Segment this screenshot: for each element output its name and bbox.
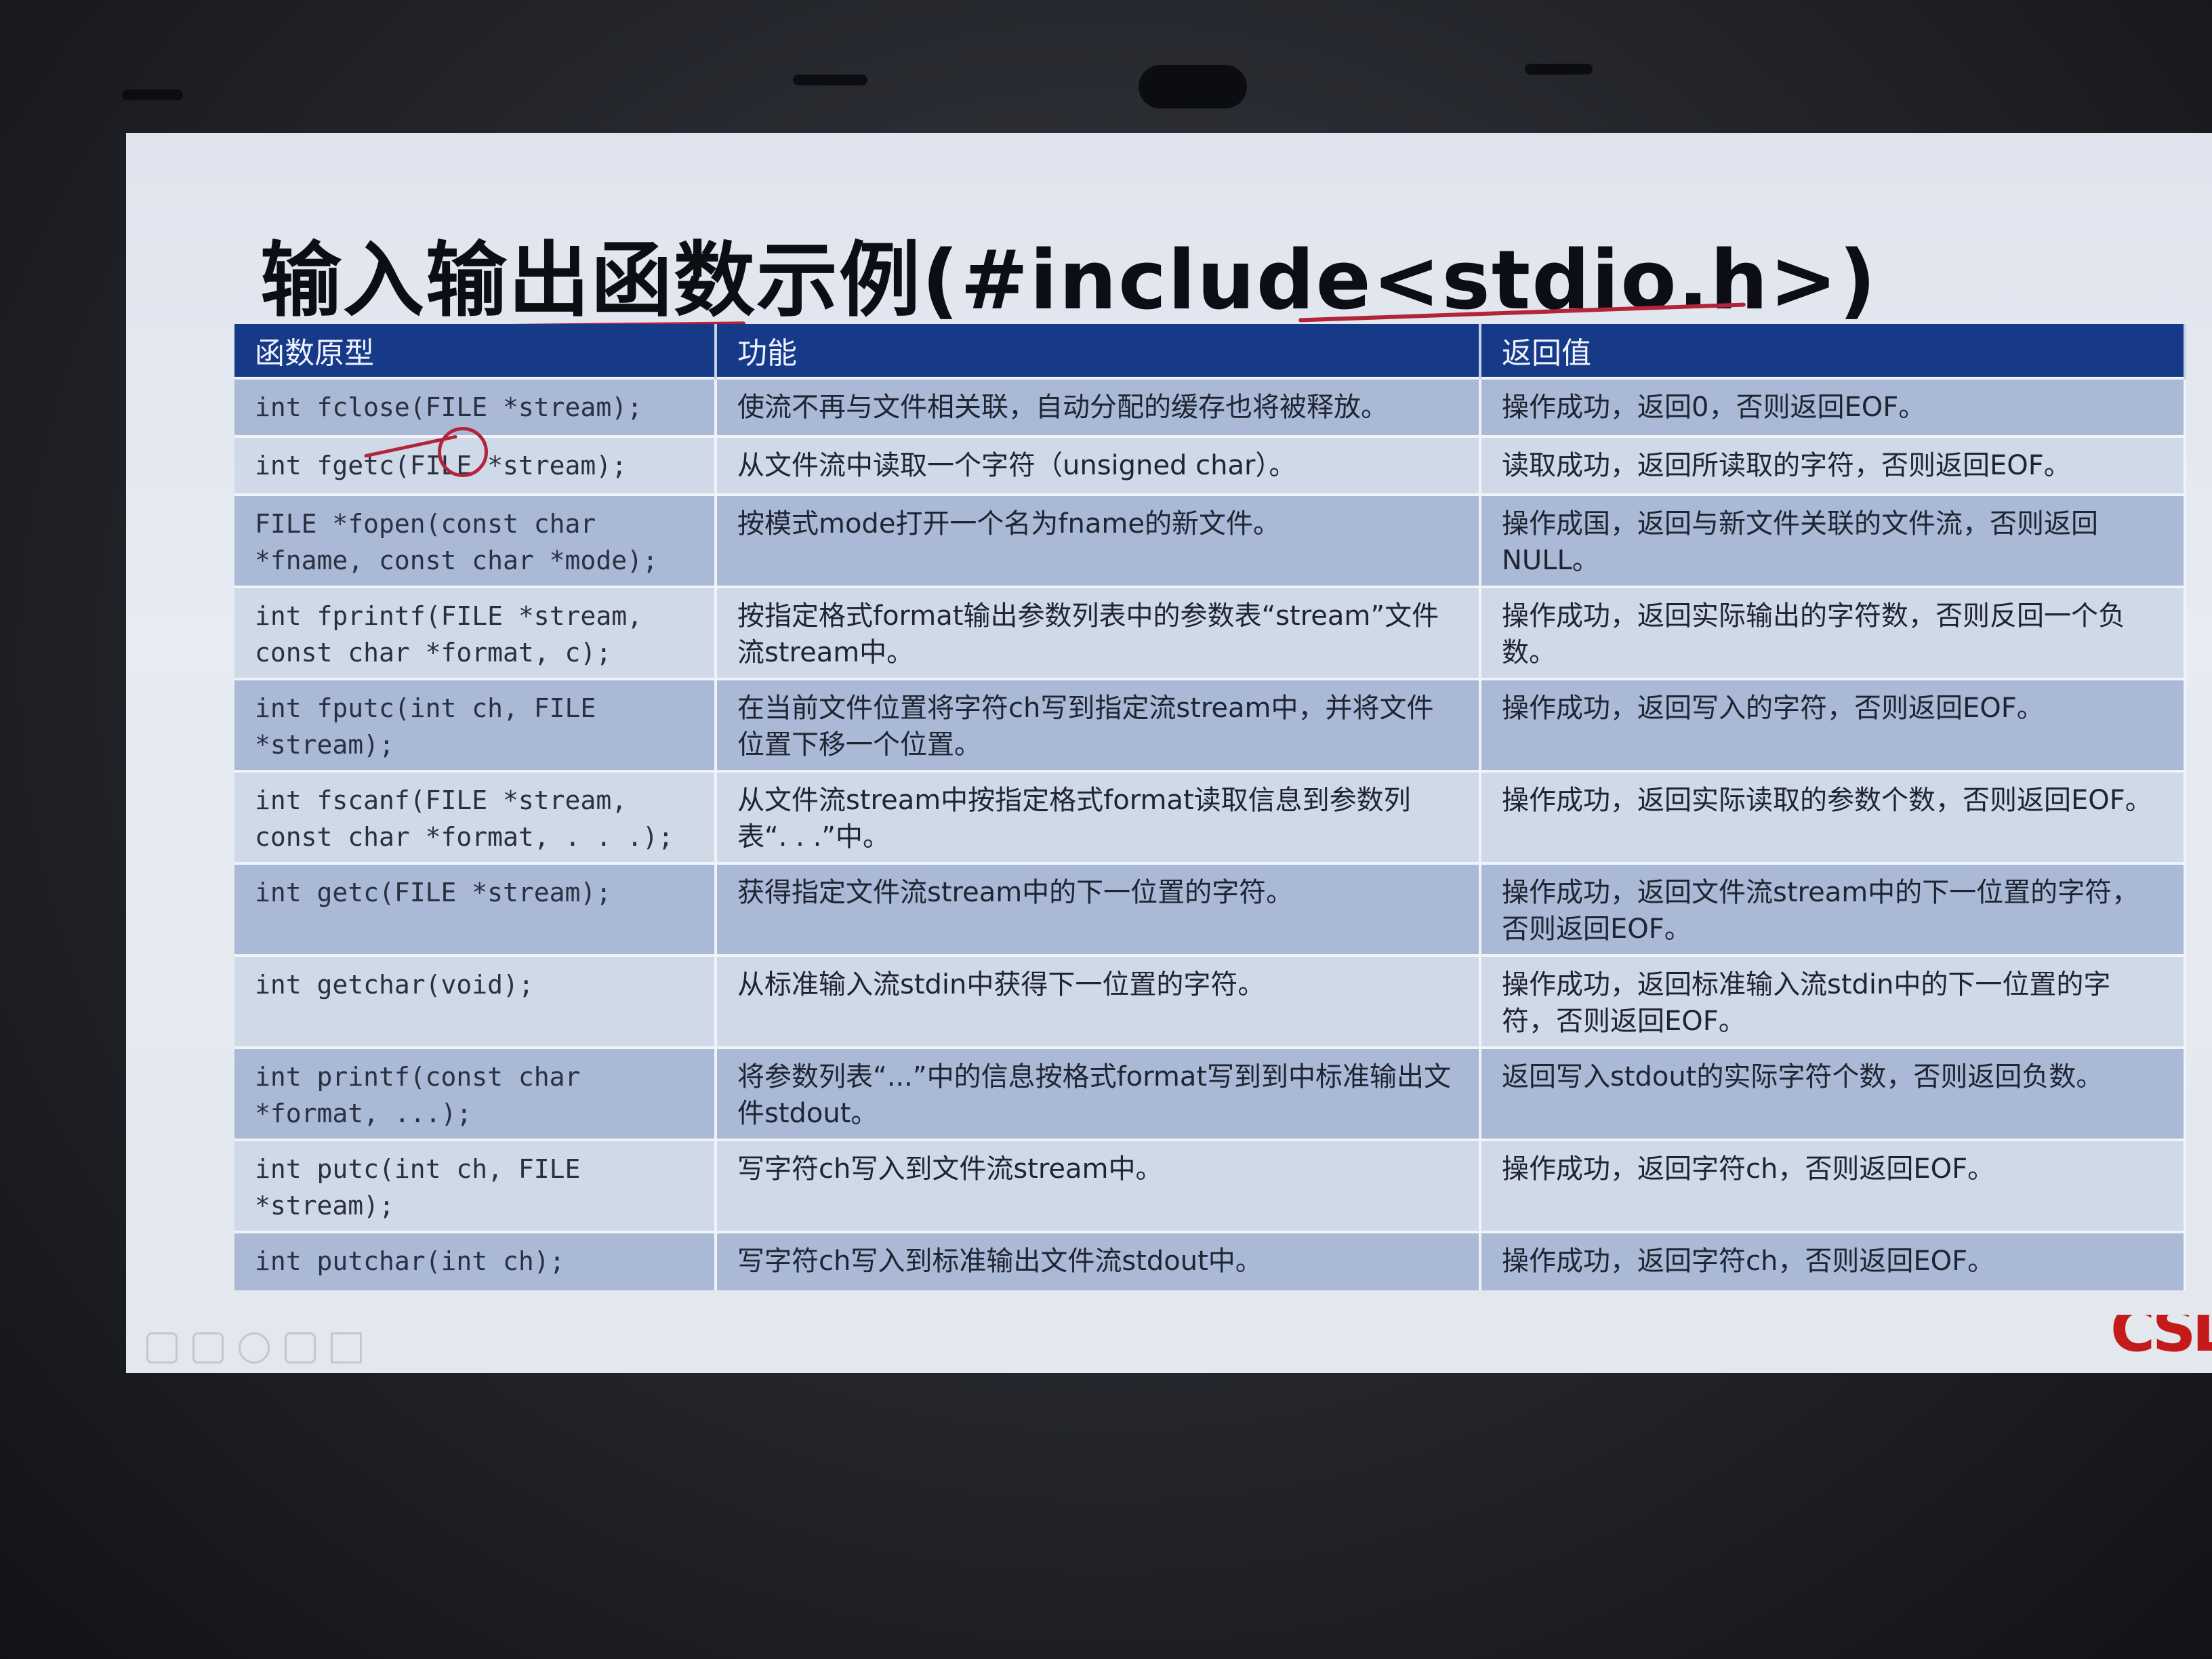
row-prototype: int putchar(int ch);	[234, 1231, 717, 1290]
row-description: 写字符ch写入到文件流stream中。	[716, 1139, 1481, 1232]
slide-title: 输入输出函数示例(#include<stdio.h>)	[260, 234, 1878, 328]
pointer-icon[interactable]	[331, 1332, 362, 1364]
row-return: 操作成功，返回字符ch，否则返回EOF。	[1480, 1139, 2186, 1232]
bezel-mark-center	[793, 75, 867, 85]
header-function: 功能	[716, 324, 1481, 378]
table-row: int fprintf(FILE *stream, const char *fo…	[234, 586, 2186, 679]
table-row: FILE *fopen(const char *fname, const cha…	[234, 493, 2186, 587]
row-prototype: int fscanf(FILE *stream, const char *for…	[234, 770, 717, 863]
row-return: 读取成功，返回所读取的字符，否则返回EOF。	[1480, 435, 2186, 495]
row-return: 返回写入stdout的实际字符个数，否则返回负数。	[1480, 1046, 2186, 1140]
brand-logo: CSD	[2110, 1315, 2212, 1362]
row-description: 按指定格式format输出参数列表中的参数表“stream”文件流stream中…	[716, 586, 1481, 679]
table-row: int printf(const char *format, ...); 将参数…	[234, 1046, 2186, 1140]
presentation-slide: 输入输出函数示例(#include<stdio.h>) 函数原型 功能 返回值 …	[126, 133, 2212, 1373]
row-prototype: int getchar(void);	[234, 954, 717, 1048]
row-description: 写字符ch写入到标准输出文件流stdout中。	[716, 1231, 1481, 1290]
row-prototype: int printf(const char *format, ...);	[234, 1046, 717, 1140]
row-prototype: int fprintf(FILE *stream, const char *fo…	[234, 586, 717, 679]
table-row: int fgetc(FILE *stream); 从文件流中读取一个字符（uns…	[234, 435, 2186, 495]
row-description: 使流不再与文件相关联，自动分配的缓存也将被释放。	[716, 377, 1481, 436]
row-description: 从文件流stream中按指定格式format读取信息到参数列表“. . .”中。	[716, 770, 1481, 863]
row-return: 操作成功，返回文件流stream中的下一位置的字符，否则返回EOF。	[1480, 862, 2186, 956]
header-prototype: 函数原型	[234, 324, 717, 378]
row-prototype: int fclose(FILE *stream);	[234, 377, 717, 436]
row-prototype: int putc(int ch, FILE *stream);	[234, 1139, 717, 1232]
slide-pen-toolbar	[146, 1332, 362, 1364]
table-row: int getc(FILE *stream); 获得指定文件流stream中的下…	[234, 862, 2186, 956]
row-return: 操作成国，返回与新文件关联的文件流，否则返回NULL。	[1480, 493, 2186, 587]
function-table: 函数原型 功能 返回值 int fclose(FILE *stream); 使流…	[234, 324, 2186, 1290]
table-row: int fscanf(FILE *stream, const char *for…	[234, 770, 2186, 863]
row-prototype: int getc(FILE *stream);	[234, 862, 717, 956]
row-return: 操作成功，返回写入的字符，否则返回EOF。	[1480, 678, 2186, 771]
table-row: int putc(int ch, FILE *stream); 写字符ch写入到…	[234, 1139, 2186, 1232]
row-return: 操作成功，返回实际输出的字符数，否则反回一个负数。	[1480, 586, 2186, 679]
row-return: 操作成功，返回实际读取的参数个数，否则返回EOF。	[1480, 770, 2186, 863]
row-description: 将参数列表“...”中的信息按格式format写到到中标准输出文件stdout。	[716, 1046, 1481, 1140]
row-return: 操作成功，返回字符ch，否则返回EOF。	[1480, 1231, 2186, 1290]
row-prototype: FILE *fopen(const char *fname, const cha…	[234, 493, 717, 587]
brand-logo-text: CSD	[2110, 1315, 2212, 1362]
bezel-camera	[1139, 65, 1247, 108]
row-description: 按模式mode打开一个名为fname的新文件。	[716, 493, 1481, 587]
row-description: 从标准输入流stdin中获得下一位置的字符。	[716, 954, 1481, 1048]
rectangle-icon[interactable]	[192, 1332, 224, 1364]
row-return: 操作成功，返回0，否则返回EOF。	[1480, 377, 2186, 436]
row-prototype: int fputc(int ch, FILE *stream);	[234, 678, 717, 771]
annotation-circle	[438, 427, 488, 477]
table-row: int putchar(int ch); 写字符ch写入到标准输出文件流stdo…	[234, 1231, 2186, 1290]
eraser-icon[interactable]	[285, 1332, 316, 1364]
header-return-value: 返回值	[1480, 324, 2186, 378]
table-row: int fputc(int ch, FILE *stream); 在当前文件位置…	[234, 678, 2186, 771]
row-description: 从文件流中读取一个字符（unsigned char）。	[716, 435, 1481, 495]
row-description: 在当前文件位置将字符ch写到指定流stream中，并将文件位置下移一个位置。	[716, 678, 1481, 771]
table-row: int getchar(void); 从标准输入流stdin中获得下一位置的字符…	[234, 954, 2186, 1048]
bezel-mark-right	[1525, 64, 1593, 75]
table-row: int fclose(FILE *stream); 使流不再与文件相关联，自动分…	[234, 377, 2186, 436]
bezel-mark-left	[122, 89, 183, 100]
row-description: 获得指定文件流stream中的下一位置的字符。	[716, 862, 1481, 956]
row-return: 操作成功，返回标准输入流stdin中的下一位置的字符，否则返回EOF。	[1480, 954, 2186, 1048]
circle-icon[interactable]	[239, 1332, 270, 1364]
pen-icon[interactable]	[146, 1332, 178, 1364]
table-header-row: 函数原型 功能 返回值	[234, 324, 2186, 378]
